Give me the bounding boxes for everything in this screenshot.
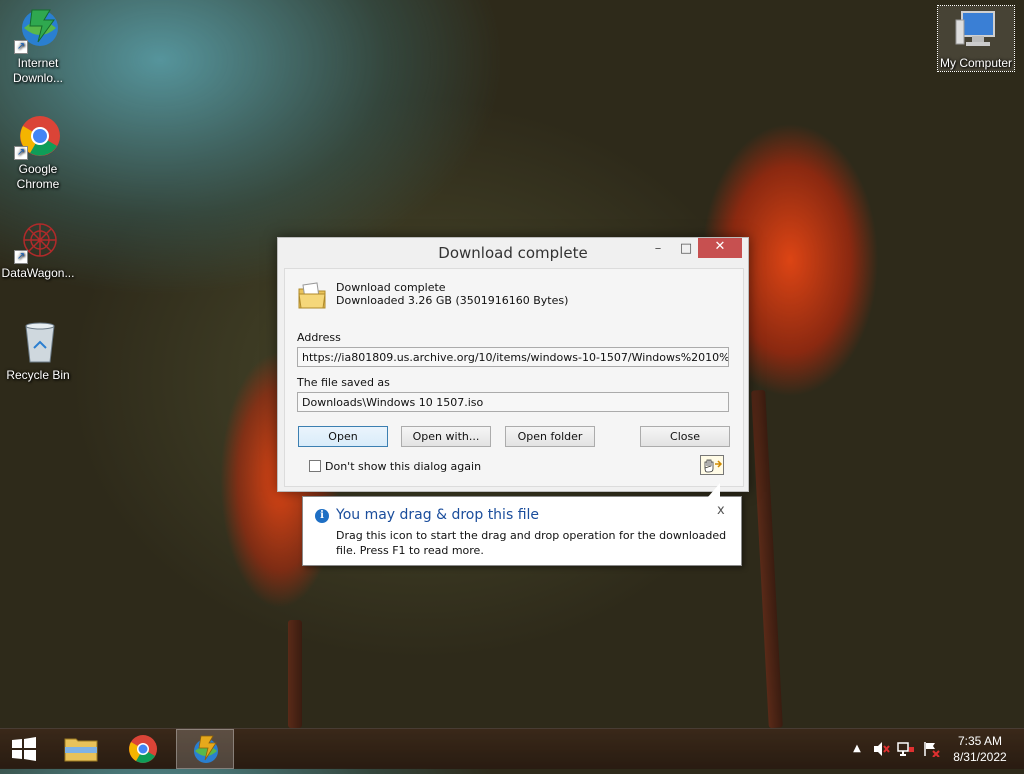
folder-icon: [64, 738, 98, 762]
open-folder-button[interactable]: Open folder: [505, 426, 595, 447]
dont-show-label: Don't show this dialog again: [325, 460, 482, 473]
tooltip-pointer: [708, 483, 720, 497]
dont-show-checkbox[interactable]: [309, 460, 321, 472]
chrome-taskbar-button[interactable]: [114, 729, 172, 769]
datawagon-icon: ↗: [14, 216, 62, 264]
close-button[interactable]: Close: [640, 426, 730, 447]
action-center-flag-icon[interactable]: [920, 729, 942, 769]
download-status: Download complete: [336, 281, 446, 294]
idm-globe-icon: ↗: [14, 6, 62, 54]
folder-icon: [297, 281, 327, 309]
dialog-body: Download complete Downloaded 3.26 GB (35…: [284, 268, 744, 487]
open-with-button[interactable]: Open with...: [401, 426, 491, 447]
desktop-icon-label: Recycle Bin: [6, 368, 70, 382]
drag-drop-icon[interactable]: [700, 455, 724, 475]
start-button[interactable]: [0, 729, 58, 769]
info-icon: i: [315, 509, 329, 523]
flower-stem: [288, 620, 302, 728]
desktop-icon-label: My Computer: [939, 56, 1013, 70]
clock-time: 7:35 AM: [957, 734, 1003, 748]
desktop-icon-my-computer[interactable]: My Computer: [937, 5, 1015, 72]
desktop-icon-label: Google Chrome: [16, 162, 60, 191]
volume-muted-icon[interactable]: [870, 729, 892, 769]
maximize-button[interactable]: □: [676, 240, 696, 258]
windows-logo-icon: [12, 737, 36, 761]
minimize-button[interactable]: –: [648, 240, 668, 258]
download-size: Downloaded 3.26 GB (3501916160 Bytes): [336, 294, 569, 307]
show-hidden-icons-button[interactable]: ▲: [848, 729, 866, 769]
file-explorer-button[interactable]: [52, 729, 110, 769]
idm-globe-icon: [194, 735, 218, 763]
network-icon[interactable]: [895, 729, 917, 769]
close-window-button[interactable]: ✕: [698, 238, 742, 258]
desktop-icon-idm[interactable]: ↗ Internet Downlo...: [0, 6, 76, 86]
computer-icon: [952, 6, 1000, 54]
tooltip-body: Drag this icon to start the drag and dro…: [336, 529, 727, 557]
clock-date: 8/31/2022: [953, 750, 1007, 764]
recycle-bin-icon: [14, 318, 62, 366]
dialog-titlebar[interactable]: Download complete – □ ✕: [278, 238, 748, 268]
system-clock[interactable]: 7:35 AM 8/31/2022: [944, 733, 1016, 765]
desktop-icon-datawagon[interactable]: ↗ DataWagon...: [0, 216, 76, 281]
saved-as-label: The file saved as: [297, 376, 390, 389]
desktop-icon-label: DataWagon...: [1, 266, 75, 280]
desktop-icon-recycle-bin[interactable]: Recycle Bin: [0, 318, 76, 383]
flower-stem: [751, 389, 783, 729]
address-label: Address: [297, 331, 341, 344]
chrome-icon: [129, 735, 157, 763]
address-field[interactable]: https://ia801809.us.archive.org/10/items…: [297, 347, 729, 367]
open-button[interactable]: Open: [298, 426, 388, 447]
taskbar: ▲ 7:35 AM 8/31/2022: [0, 728, 1024, 769]
desktop-icon-label: Internet Downlo...: [12, 56, 64, 85]
tooltip-title: You may drag & drop this file: [336, 507, 540, 523]
desktop-icon-chrome[interactable]: ↗ Google Chrome: [0, 112, 76, 192]
drag-drop-tooltip: i You may drag & drop this file Drag thi…: [302, 483, 742, 566]
saved-as-field[interactable]: Downloads\Windows 10 1507.iso: [297, 392, 729, 412]
idm-taskbar-button[interactable]: [176, 729, 234, 769]
tooltip-close-icon[interactable]: x: [717, 503, 725, 518]
download-complete-dialog: Download complete – □ ✕ Download complet…: [277, 237, 749, 492]
chrome-icon: ↗: [14, 112, 62, 160]
